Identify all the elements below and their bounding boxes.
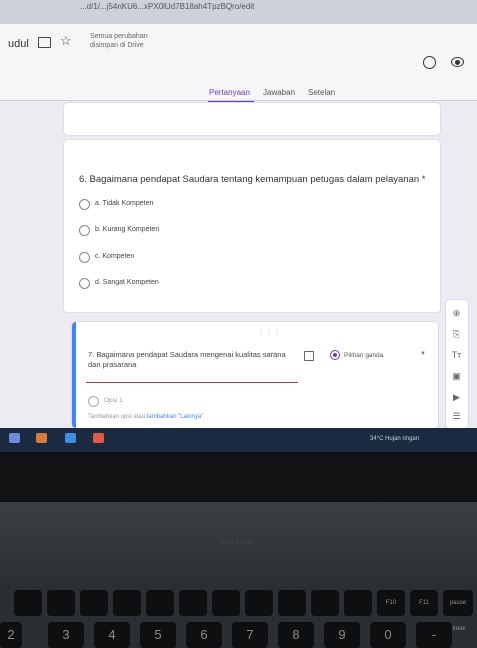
radio-circle-icon (88, 396, 99, 407)
key-8[interactable]: 8 (278, 622, 314, 648)
import-questions-icon[interactable]: ⎘ (451, 329, 462, 340)
start-icon[interactable] (9, 433, 20, 443)
chrome-icon[interactable] (93, 433, 104, 443)
screen: ...d/1/...j54nKU6...xPX0lUd7B18ah4TpzBQr… (0, 0, 477, 452)
radio-circle-icon[interactable] (79, 278, 90, 289)
key[interactable] (311, 590, 339, 616)
tab-settings[interactable]: Setelan (308, 88, 335, 97)
app-icon[interactable] (36, 433, 47, 443)
key-7[interactable]: 7 (232, 622, 268, 648)
question-6-title: 6. Bagaimana pendapat Saudara tentang ke… (79, 174, 426, 185)
key-f10[interactable]: F10 (377, 590, 405, 616)
input-underline (86, 382, 298, 383)
add-question-icon[interactable]: ⊕ (451, 308, 462, 319)
add-other-link[interactable]: tambahkan "Lainnya" (147, 414, 204, 420)
taskbar: 34°C Hujan ringan (0, 428, 477, 452)
add-video-icon[interactable]: ▶ (451, 392, 462, 403)
key-pause-break[interactable]: pause break (443, 590, 473, 632)
key-5[interactable]: 5 (140, 622, 176, 648)
document-title[interactable]: udul (8, 38, 29, 50)
floating-toolbar: ⊕ ⎘ Tт ▣ ▶ ☰ (446, 300, 468, 428)
form-header: udul ☆ Semua perubahan disimpan di Drive… (0, 24, 477, 103)
laptop-bezel (0, 452, 477, 502)
app-icon[interactable] (65, 433, 76, 443)
multiple-choice-icon (330, 350, 340, 360)
key[interactable] (14, 590, 42, 616)
folder-icon[interactable] (38, 37, 51, 48)
key[interactable] (146, 590, 174, 616)
palette-icon[interactable] (423, 56, 436, 69)
question-card-7[interactable]: ⋮⋮⋮ 7. Bagaimana pendapat Saudara mengen… (72, 322, 438, 428)
key-2[interactable]: 2 (0, 622, 22, 648)
key-6[interactable]: 6 (186, 622, 222, 648)
drag-handle-icon[interactable]: ⋮⋮⋮ (258, 328, 282, 335)
keyboard: F10 F11 pause break 2 3 4 5 6 7 8 9 0 - (0, 578, 477, 648)
key[interactable] (278, 590, 306, 616)
url-text: ...d/1/...j54nKU6...xPX0lUd7B18ah4TpzBQr… (80, 2, 255, 11)
key-minus[interactable]: - (416, 622, 452, 648)
add-image-icon[interactable] (304, 351, 314, 361)
address-bar[interactable]: ...d/1/...j54nKU6...xPX0lUd7B18ah4TpzBQr… (0, 0, 477, 24)
add-section-icon[interactable]: ☰ (451, 411, 462, 422)
key-f11[interactable]: F11 (410, 590, 438, 616)
weather-status[interactable]: 34°C Hujan ringan (370, 436, 419, 442)
radio-circle-icon[interactable] (79, 252, 90, 263)
preview-eye-icon[interactable] (451, 57, 464, 67)
key[interactable] (179, 590, 207, 616)
add-title-icon[interactable]: Tт (451, 350, 462, 361)
key-4[interactable]: 4 (94, 622, 130, 648)
key[interactable] (113, 590, 141, 616)
question-card-6[interactable]: 6. Bagaimana pendapat Saudara tentang ke… (64, 140, 440, 312)
key[interactable] (344, 590, 372, 616)
laptop-brand: VivoBook (220, 540, 254, 546)
key[interactable] (245, 590, 273, 616)
key[interactable] (80, 590, 108, 616)
key[interactable] (47, 590, 75, 616)
key[interactable] (212, 590, 240, 616)
star-icon[interactable]: ☆ (60, 33, 72, 49)
save-status: Semua perubahan disimpan di Drive (90, 33, 148, 49)
question-type-select[interactable]: Pilihan ganda (344, 352, 383, 359)
add-option-row[interactable]: Tambahkan opsi atau tambahkan "Lainnya" (88, 414, 203, 420)
radio-circle-icon[interactable] (79, 225, 90, 236)
key-3[interactable]: 3 (48, 622, 84, 648)
tab-responses[interactable]: Jawaban (263, 88, 295, 97)
key-9[interactable]: 9 (324, 622, 360, 648)
add-image-icon[interactable]: ▣ (451, 371, 462, 382)
radio-circle-icon[interactable] (79, 199, 90, 210)
key-0[interactable]: 0 (370, 622, 406, 648)
previous-question-card[interactable] (64, 103, 440, 135)
active-card-accent (72, 322, 76, 428)
chevron-down-icon[interactable]: ▼ (420, 351, 426, 357)
tab-questions[interactable]: Pertanyaan (209, 88, 250, 97)
question-7-title-input[interactable]: 7. Bagaimana pendapat Saudara mengenai k… (88, 350, 298, 370)
